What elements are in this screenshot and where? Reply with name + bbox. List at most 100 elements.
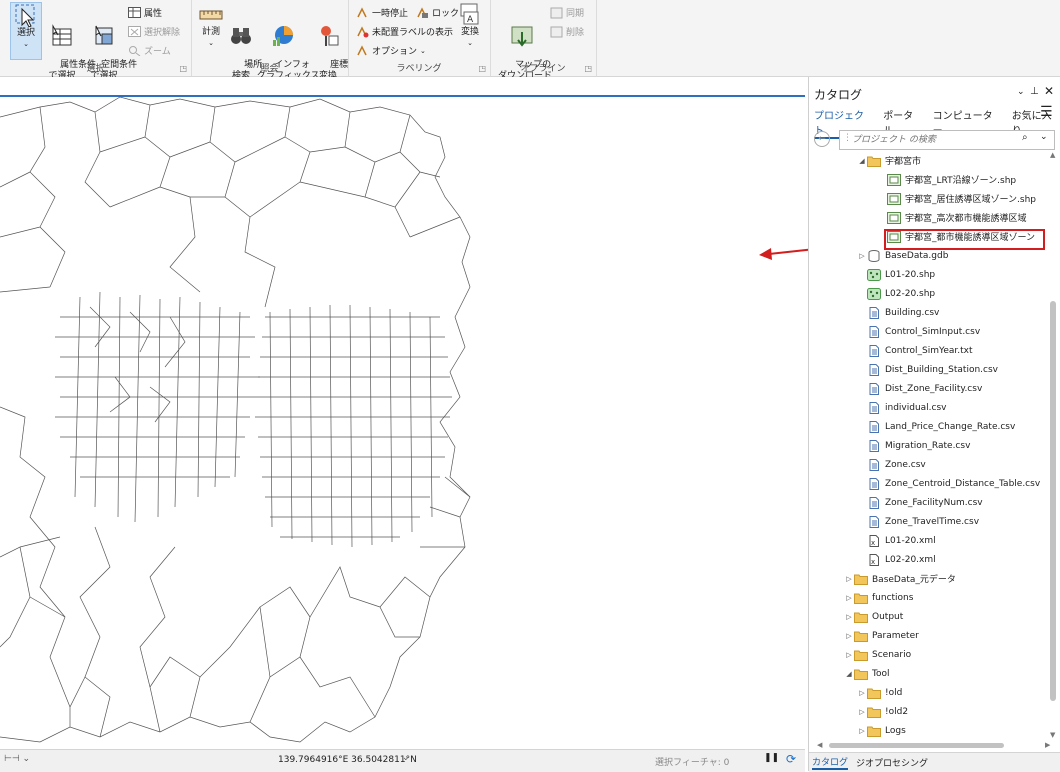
tree-item-item-3[interactable]: 宇都宮_高次都市機能誘導区域 bbox=[877, 208, 1027, 227]
tree-item-functions[interactable]: ▷ functions bbox=[844, 588, 913, 607]
tree-item-old2[interactable]: ▷ !old2 bbox=[857, 702, 908, 721]
tree-item-parameter[interactable]: ▷ Parameter bbox=[844, 626, 919, 645]
clear-selection-label: 選択解除 bbox=[144, 28, 181, 38]
tree-item-zone-facilitynum-csv[interactable]: Zone_FacilityNum.csv bbox=[857, 493, 983, 512]
remove-button[interactable]: 削除 bbox=[550, 25, 584, 38]
back-arrow-icon[interactable]: ← bbox=[814, 131, 830, 147]
pane-bottom-tabs: カタログ ジオプロセシング bbox=[809, 752, 1060, 772]
tree-item-zone-csv[interactable]: Zone.csv bbox=[857, 455, 926, 474]
table-select-icon bbox=[52, 24, 72, 46]
lock-labels-button[interactable]: ロック bbox=[416, 6, 459, 19]
tree-item-l02-20-xml[interactable]: x L02-20.xml bbox=[857, 550, 936, 569]
tree-item-tool[interactable]: ◢ Tool bbox=[844, 664, 889, 683]
tree-item-shp[interactable]: 宇都宮_居住誘導区域ゾーン.shp bbox=[877, 189, 1036, 208]
close-pane-icon[interactable]: ✕ bbox=[1044, 84, 1054, 98]
measure-button[interactable]: 計測 ⌄ bbox=[197, 2, 225, 49]
expand-arrow-icon[interactable]: ▷ bbox=[857, 727, 867, 735]
expand-arrow-icon[interactable]: ▷ bbox=[844, 613, 854, 621]
horizontal-scroll-thumb[interactable] bbox=[829, 743, 1004, 748]
expand-arrow-icon[interactable]: ▷ bbox=[857, 252, 867, 260]
tree-item-l01-20-xml[interactable]: x L01-20.xml bbox=[857, 531, 936, 550]
tree-item-label: Land_Price_Change_Rate.csv bbox=[885, 421, 1016, 432]
tree-item-label: Logs bbox=[885, 725, 906, 736]
tree-item-label: 宇都宮市 bbox=[885, 157, 922, 167]
select-button[interactable]: 選択 ⌄ bbox=[10, 2, 42, 60]
folder-icon bbox=[854, 631, 868, 642]
folder-icon bbox=[867, 156, 881, 167]
collapse-arrow-icon[interactable]: ◢ bbox=[857, 157, 867, 165]
expand-arrow-icon[interactable]: ▷ bbox=[857, 689, 867, 697]
search-options-chevron-icon[interactable]: ⌄ bbox=[1040, 132, 1048, 142]
table-file-icon bbox=[869, 363, 879, 376]
refresh-icon[interactable]: ⟳ bbox=[786, 752, 796, 766]
tree-item-zone-traveltime-csv[interactable]: Zone_TravelTime.csv bbox=[857, 512, 979, 531]
clear-selection-button[interactable]: 選択解除 bbox=[128, 25, 180, 38]
expand-arrow-icon[interactable]: ▷ bbox=[844, 594, 854, 602]
zoom-to-selection-button[interactable]: ズーム bbox=[128, 44, 171, 57]
catalog-search-input[interactable] bbox=[850, 132, 1014, 148]
select-group-label: 選択 bbox=[86, 64, 105, 74]
attributes-button[interactable]: 属性 bbox=[128, 6, 162, 19]
tree-item-label: L02-20.xml bbox=[885, 554, 936, 565]
catalog-search-box[interactable]: ⋮ ⌕ ⌄ bbox=[839, 130, 1055, 150]
tree-item-building-csv[interactable]: Building.csv bbox=[857, 303, 939, 322]
tree-item-logs[interactable]: ▷ Logs bbox=[857, 721, 906, 740]
labeling-group-launcher-icon[interactable]: ◳ bbox=[478, 64, 486, 73]
collapse-arrow-icon[interactable]: ◢ bbox=[844, 670, 854, 678]
expand-arrow-icon[interactable]: ▷ bbox=[844, 651, 854, 659]
pause-drawing-icon[interactable]: ❚❚ bbox=[764, 753, 779, 763]
tree-item-land-price-change-rate-csv[interactable]: Land_Price_Change_Rate.csv bbox=[857, 417, 1015, 436]
vertical-scrollbar[interactable]: ▲ ▼ bbox=[1049, 151, 1057, 741]
coordinate-format-chevron-icon[interactable]: ⌄ bbox=[402, 753, 410, 763]
pause-labels-button[interactable]: 一時停止 bbox=[356, 6, 408, 19]
scale-dropdown-icon[interactable]: ⊢⊣ ⌄ bbox=[4, 754, 30, 764]
tree-item-individual-csv[interactable]: individual.csv bbox=[857, 398, 947, 417]
select-group-launcher-icon[interactable]: ◳ bbox=[179, 64, 187, 73]
select-arrow-icon bbox=[15, 4, 35, 27]
search-icon[interactable]: ⌕ bbox=[1022, 132, 1028, 143]
sync-button[interactable]: 同期 bbox=[550, 6, 584, 19]
expand-arrow-icon[interactable]: ▷ bbox=[857, 708, 867, 716]
offline-group-launcher-icon[interactable]: ◳ bbox=[584, 64, 592, 73]
zone-polygons-map[interactable] bbox=[0, 77, 805, 749]
view-unplaced-button[interactable]: 未配置ラベルの表示 bbox=[356, 25, 453, 38]
tree-item-zone-centroid-distance-table-csv[interactable]: Zone_Centroid_Distance_Table.csv bbox=[857, 474, 1040, 493]
tree-item-l01-20-shp[interactable]: L01-20.shp bbox=[857, 265, 935, 284]
tree-item-scenario[interactable]: ▷ Scenario bbox=[844, 645, 911, 664]
polygon-shapefile-icon bbox=[887, 173, 901, 186]
vertical-scroll-thumb[interactable] bbox=[1050, 301, 1056, 701]
tree-item-old[interactable]: ▷ !old bbox=[857, 683, 902, 702]
tree-item-lrt-shp[interactable]: 宇都宮_LRT沿線ゾーン.shp bbox=[877, 170, 1016, 189]
pane-options-chevron-icon[interactable]: ⌄ bbox=[1017, 87, 1025, 97]
tab-geoprocessing[interactable]: ジオプロセシング bbox=[856, 756, 928, 769]
tree-item-item-0[interactable]: ◢ 宇都宮市 bbox=[857, 151, 921, 170]
tab-catalog[interactable]: カタログ bbox=[812, 755, 849, 770]
tree-item-control-siminput-csv[interactable]: Control_SimInput.csv bbox=[857, 322, 980, 341]
tree-item-migration-rate-csv[interactable]: Migration_Rate.csv bbox=[857, 436, 970, 455]
tree-item-output[interactable]: ▷ Output bbox=[844, 607, 903, 626]
tree-item-l02-20-shp[interactable]: L02-20.shp bbox=[857, 284, 935, 303]
options-gear-icon bbox=[357, 44, 367, 55]
pin-icon[interactable]: ⊥ bbox=[1030, 86, 1039, 97]
horizontal-scrollbar[interactable]: ◀ ▶ bbox=[817, 741, 1053, 750]
tree-item-label: 宇都宮_居住誘導区域ゾーン.shp bbox=[905, 195, 1037, 205]
menu-hamburger-icon[interactable]: ☰ bbox=[1040, 104, 1053, 120]
tree-item-label: Zone_Centroid_Distance_Table.csv bbox=[885, 478, 1041, 489]
ribbon-group-select: 選択 ⌄ 属性条件 で選択 空間条件 で選択 属性 選択解除 ズーム 選択 ◳ bbox=[0, 0, 192, 81]
tree-item-dist-building-station-csv[interactable]: Dist_Building_Station.csv bbox=[857, 360, 998, 379]
tree-item-basedata[interactable]: ▷ BaseData_元データ bbox=[844, 569, 956, 588]
tree-item-label: L01-20.xml bbox=[885, 535, 936, 546]
map-view[interactable] bbox=[0, 77, 881, 749]
expand-arrow-icon[interactable]: ▷ bbox=[844, 632, 854, 640]
label-options-button[interactable]: オプション ⌄ bbox=[356, 44, 426, 57]
convert-button[interactable]: A 変換 ⌄ bbox=[456, 2, 484, 49]
tree-item-dist-zone-facility-csv[interactable]: Dist_Zone_Facility.csv bbox=[857, 379, 982, 398]
expand-arrow-icon[interactable]: ▷ bbox=[844, 575, 854, 583]
tree-item-label: !old2 bbox=[885, 706, 909, 717]
point-shapefile-icon bbox=[867, 268, 881, 281]
offline-group-label: オフライン bbox=[520, 64, 566, 74]
unplaced-labels-icon bbox=[357, 25, 369, 37]
lock-label: ロック bbox=[432, 9, 460, 19]
table-file-icon bbox=[869, 458, 879, 471]
tree-item-control-simyear-txt[interactable]: Control_SimYear.txt bbox=[857, 341, 973, 360]
